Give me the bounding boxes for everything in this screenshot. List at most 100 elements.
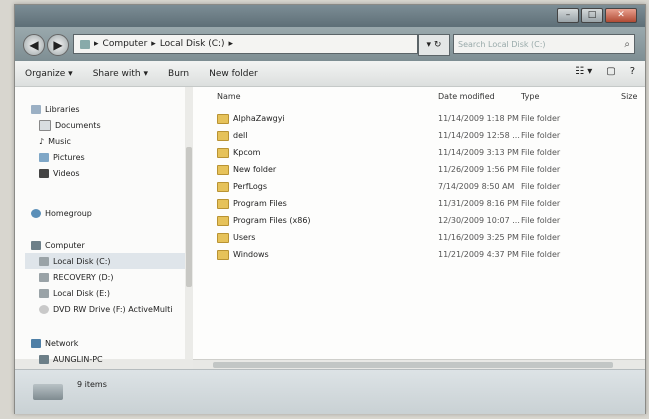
sidebar-item-libraries[interactable]: Libraries (31, 101, 101, 117)
folder-icon (217, 165, 229, 175)
table-row[interactable]: dell 11/14/2009 12:58 ... File folder (193, 128, 645, 144)
file-type: File folder (521, 233, 561, 242)
table-row[interactable]: Windows 11/21/2009 4:37 PM File folder (193, 247, 645, 263)
sidebar-item-recovery-d[interactable]: RECOVERY (D:) (31, 269, 189, 285)
new-folder-button[interactable]: New folder (199, 69, 268, 79)
table-row[interactable]: AlphaZawgyi 11/14/2009 1:18 PM File fold… (193, 111, 645, 127)
folder-icon (217, 182, 229, 192)
scrollbar-thumb[interactable] (186, 147, 192, 287)
sidebar-item-local-disk-e[interactable]: Local Disk (E:) (31, 285, 189, 301)
address-separator: ▸ (94, 39, 99, 49)
network-icon (31, 338, 41, 348)
homegroup-icon (31, 208, 41, 218)
command-bar: Organize ▾ Share with ▾ Burn New folder … (15, 61, 645, 87)
close-button[interactable]: ✕ (605, 8, 637, 23)
file-date: 11/31/2009 8:16 PM (438, 199, 519, 208)
drive-icon (39, 256, 49, 266)
sidebar-item-videos[interactable]: Videos (31, 165, 101, 181)
sidebar-label: Network (45, 338, 79, 348)
sidebar-item-network[interactable]: Network (31, 335, 103, 351)
search-icon: ⌕ (624, 39, 630, 50)
sidebar-item-aunglin-pc[interactable]: AUNGLIN-PC (31, 351, 103, 367)
table-row[interactable]: PerfLogs 7/14/2009 8:50 AM File folder (193, 179, 645, 195)
sidebar-label: Libraries (45, 104, 80, 114)
details-pane: 9 items (15, 369, 645, 414)
file-type: File folder (521, 250, 561, 259)
column-header-name[interactable]: Name (217, 89, 241, 105)
drive-icon (39, 288, 49, 298)
sidebar-item-local-disk-c[interactable]: Local Disk (C:) (25, 253, 189, 269)
file-date: 11/16/2009 3:25 PM (438, 233, 519, 242)
organize-button[interactable]: Organize ▾ (15, 69, 83, 79)
forward-arrow-icon: ▶ (53, 38, 63, 52)
libraries-icon (31, 104, 41, 114)
column-header-date[interactable]: Date modified (438, 89, 495, 105)
file-type: File folder (521, 165, 561, 174)
preview-pane-icon[interactable]: ▢ (606, 66, 615, 77)
sidebar-item-computer[interactable]: Computer (31, 237, 189, 253)
table-row[interactable]: Program Files (x86) 12/30/2009 10:07 ...… (193, 213, 645, 229)
forward-button[interactable]: ▶ (47, 34, 69, 56)
file-date: 11/14/2009 12:58 ... (438, 131, 520, 140)
folder-icon (217, 216, 229, 226)
table-row[interactable]: New folder 11/26/2009 1:56 PM File folde… (193, 162, 645, 178)
sidebar-item-music[interactable]: ♪ Music (31, 133, 101, 149)
file-name: PerfLogs (233, 182, 268, 191)
computer-icon (80, 39, 90, 49)
file-name: AlphaZawgyi (233, 114, 285, 123)
search-input[interactable]: Search Local Disk (C:) ⌕ (453, 34, 635, 54)
file-type: File folder (521, 182, 561, 191)
file-type: File folder (521, 199, 561, 208)
table-row[interactable]: Program Files 11/31/2009 8:16 PM File fo… (193, 196, 645, 212)
sidebar-item-dvd-drive-f[interactable]: DVD RW Drive (F:) ActiveMulti (31, 301, 189, 317)
navigation-pane: Libraries Documents ♪ Music Pictures Vid… (15, 87, 194, 364)
sidebar-item-documents[interactable]: Documents (31, 117, 101, 133)
back-button[interactable]: ◀ (23, 34, 45, 56)
file-type: File folder (521, 148, 561, 157)
file-name-cell: Program Files (x86) (217, 213, 311, 229)
breadcrumb-local-disk[interactable]: Local Disk (C:) (160, 34, 225, 54)
maximize-button[interactable]: □ (581, 8, 603, 23)
breadcrumb-computer[interactable]: Computer (103, 34, 148, 54)
sidebar-label: Pictures (53, 152, 85, 162)
dvd-icon (39, 304, 49, 314)
file-name-cell: Program Files (217, 196, 287, 212)
network-group: Network AUNGLIN-PC (31, 335, 103, 367)
drive-icon (39, 272, 49, 282)
address-separator: ▸ (151, 39, 156, 49)
refresh-button[interactable]: ▾ ↻ (418, 34, 450, 56)
column-header-size[interactable]: Size (621, 89, 637, 105)
file-date: 7/14/2009 8:50 AM (438, 182, 515, 191)
file-name-cell: Windows (217, 247, 269, 263)
share-with-button[interactable]: Share with ▾ (83, 69, 158, 79)
burn-button[interactable]: Burn (158, 69, 199, 79)
file-name-cell: Users (217, 230, 255, 246)
file-name: Users (233, 233, 256, 242)
folder-icon (217, 114, 229, 124)
minimize-button[interactable]: – (557, 8, 579, 23)
sidebar-label: RECOVERY (D:) (53, 272, 114, 282)
address-separator: ▸ (228, 39, 234, 49)
help-icon[interactable]: ? (630, 66, 635, 77)
file-name: dell (233, 131, 248, 140)
views-icon[interactable]: ☷ ▾ (575, 66, 592, 77)
sidebar-label: Homegroup (45, 208, 92, 218)
music-icon: ♪ (39, 136, 45, 146)
table-row[interactable]: Users 11/16/2009 3:25 PM File folder (193, 230, 645, 246)
column-header-type[interactable]: Type (521, 89, 539, 105)
scrollbar-thumb[interactable] (213, 362, 613, 368)
documents-icon (39, 119, 51, 131)
computer-icon (31, 240, 41, 250)
title-bar: – □ ✕ (15, 5, 645, 27)
address-bar[interactable]: ▸ Computer ▸ Local Disk (C:) ▸ (73, 34, 418, 54)
folder-icon (217, 199, 229, 209)
drive-icon (33, 384, 63, 400)
file-date: 11/21/2009 4:37 PM (438, 250, 519, 259)
sidebar-item-pictures[interactable]: Pictures (31, 149, 101, 165)
table-row[interactable]: Kpcom 11/14/2009 3:13 PM File folder (193, 145, 645, 161)
sidebar-label: Documents (55, 120, 101, 130)
sidebar-item-homegroup[interactable]: Homegroup (31, 205, 92, 221)
sidebar-scrollbar[interactable] (185, 87, 193, 359)
file-name: New folder (233, 165, 277, 174)
window-controls: – □ ✕ (557, 8, 637, 23)
